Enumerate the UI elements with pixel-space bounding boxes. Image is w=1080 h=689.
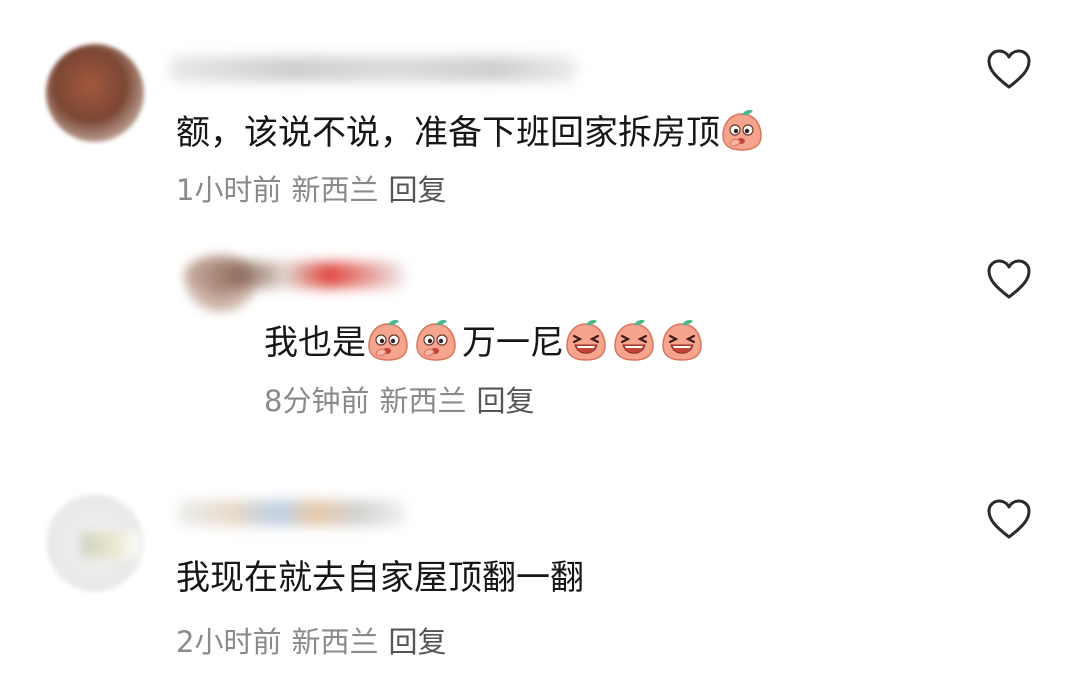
location: 新西兰 bbox=[291, 173, 379, 207]
username-blurred[interactable] bbox=[186, 262, 406, 288]
location: 新西兰 bbox=[379, 384, 467, 418]
avatar[interactable] bbox=[46, 44, 144, 142]
timestamp: 8分钟前 bbox=[264, 384, 370, 418]
avatar-detail bbox=[80, 532, 140, 558]
timestamp: 2小时前 bbox=[176, 625, 282, 659]
heart-outline-icon[interactable] bbox=[986, 48, 1032, 90]
peach-blush-emoji bbox=[720, 108, 764, 152]
comment-meta: 1小时前 新西兰 回复 bbox=[176, 173, 456, 207]
peach-laugh-emoji bbox=[564, 318, 608, 362]
reply-button[interactable]: 回复 bbox=[476, 384, 534, 418]
comment-meta: 8分钟前 新西兰 回复 bbox=[264, 384, 544, 418]
heart-outline-icon[interactable] bbox=[986, 498, 1032, 540]
reply-button[interactable]: 回复 bbox=[388, 625, 446, 659]
peach-laugh-emoji bbox=[660, 318, 704, 362]
timestamp: 1小时前 bbox=[176, 173, 282, 207]
comment-meta: 2小时前 新西兰 回复 bbox=[176, 625, 456, 659]
reply-text: 我也是 万一尼 bbox=[264, 318, 708, 363]
location: 新西兰 bbox=[291, 625, 379, 659]
comment-text: 额，该说不说，准备下班回家拆房顶 bbox=[176, 108, 768, 153]
heart-outline-icon[interactable] bbox=[986, 258, 1032, 300]
peach-blush-emoji bbox=[414, 318, 458, 362]
comment-text: 我现在就去自家屋顶翻一翻 bbox=[176, 558, 584, 598]
reply-button[interactable]: 回复 bbox=[388, 173, 446, 207]
comment-list: 额，该说不说，准备下班回家拆房顶 1小时前 新西兰 回复 我也是 万一尼 8分钟前 新西… bbox=[0, 0, 1080, 689]
peach-laugh-emoji bbox=[612, 318, 656, 362]
username-blurred[interactable] bbox=[176, 500, 406, 526]
peach-blush-emoji bbox=[366, 318, 410, 362]
username-blurred[interactable] bbox=[168, 56, 578, 82]
